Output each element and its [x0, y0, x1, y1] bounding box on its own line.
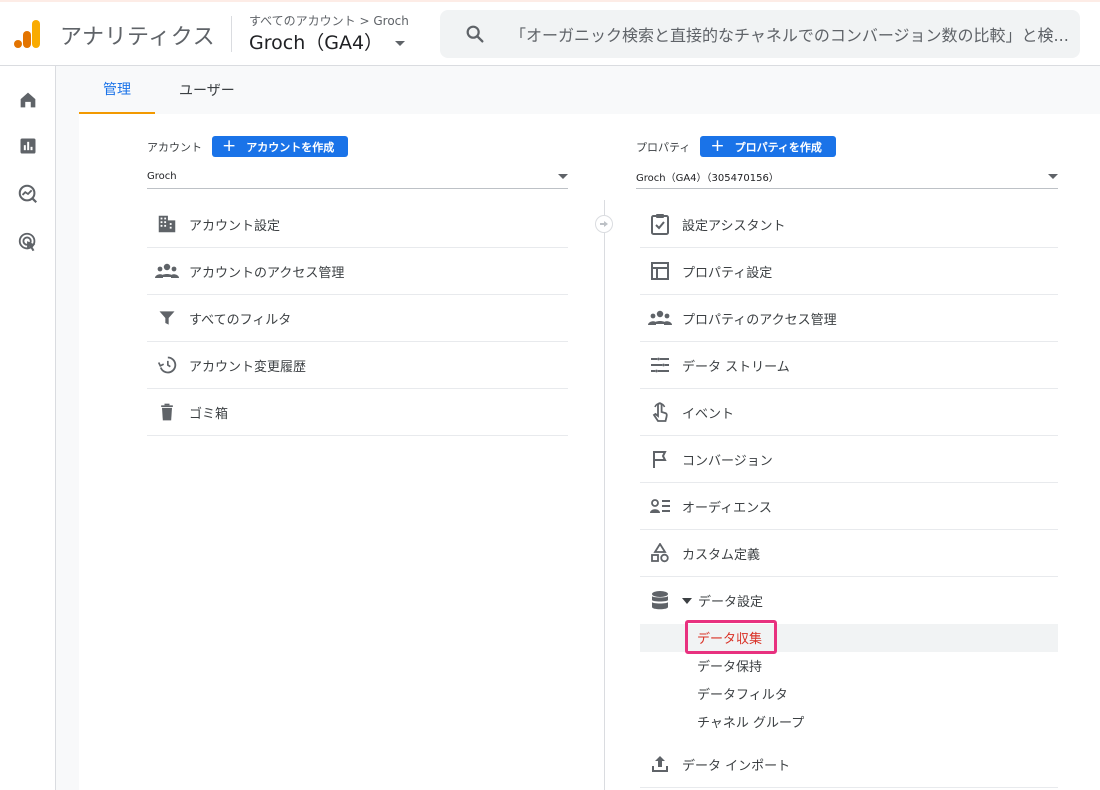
- tab-user[interactable]: ユーザー: [155, 66, 259, 114]
- property-dropdown[interactable]: Groch（GA4）（305470156）: [636, 164, 1058, 189]
- analytics-logo-icon[interactable]: [14, 18, 42, 50]
- sub-item-channel-groups[interactable]: チャネル グループ: [697, 712, 804, 731]
- chevron-down-icon: [558, 173, 568, 179]
- account-column-header: アカウント + アカウントを作成: [147, 136, 349, 157]
- shapes-icon: [648, 541, 672, 565]
- history-icon: [155, 353, 179, 377]
- upload-icon: [648, 752, 672, 776]
- menu-account-settings[interactable]: アカウント設定: [147, 201, 568, 248]
- menu-custom-definitions[interactable]: カスタム定義: [640, 530, 1058, 577]
- menu-label: 設定アシスタント: [682, 218, 786, 234]
- app-header: アナリティクス すべてのアカウント > Groch Groch（GA4） 「オー…: [0, 2, 1100, 66]
- building-icon: [155, 212, 179, 236]
- sub-item-label: データ収集: [697, 631, 763, 647]
- menu-data-import[interactable]: データ インポート: [640, 741, 1058, 788]
- arrow-right-icon: [595, 215, 613, 233]
- menu-label: オーディエンス: [682, 500, 772, 516]
- expand-caret-icon: [682, 597, 692, 604]
- reports-icon: [20, 138, 36, 154]
- menu-label: コンバージョン: [682, 453, 773, 469]
- menu-label: ゴミ箱: [189, 406, 229, 422]
- advertising-icon: [18, 232, 36, 252]
- touch-icon: [648, 400, 672, 424]
- menu-setup-assistant[interactable]: 設定アシスタント: [640, 201, 1058, 248]
- property-selector-label: Groch（GA4）: [249, 32, 384, 54]
- people-icon: [648, 306, 672, 330]
- search-bar[interactable]: 「オーガニック検索と直接的なチャネルでのコンバージョン数の比較」と検...: [440, 10, 1080, 58]
- property-header-label: プロパティ: [636, 140, 691, 154]
- menu-conversions[interactable]: コンバージョン: [640, 436, 1058, 483]
- layout-icon: [648, 259, 672, 283]
- menu-label: イベント: [682, 406, 735, 422]
- menu-label: プロパティのアクセス管理: [682, 312, 837, 328]
- nav-home-button[interactable]: [14, 86, 42, 114]
- create-property-label: プロパティを作成: [734, 140, 822, 154]
- search-icon: [466, 25, 484, 43]
- account-header-label: アカウント: [147, 140, 202, 154]
- flag-icon: [648, 447, 672, 471]
- breadcrumb[interactable]: すべてのアカウント > Groch: [249, 12, 409, 29]
- database-icon: [648, 589, 672, 613]
- menu-label: アカウント変更履歴: [189, 359, 307, 375]
- people-icon: [155, 259, 179, 283]
- plus-icon: +: [222, 136, 237, 156]
- plus-icon: +: [710, 136, 725, 156]
- menu-account-history[interactable]: アカウント変更履歴: [147, 342, 568, 389]
- trash-icon: [155, 400, 179, 424]
- tab-admin[interactable]: 管理: [79, 66, 155, 114]
- column-divider: [604, 200, 605, 790]
- header-divider: [231, 16, 232, 52]
- menu-label: アカウント設定: [189, 218, 281, 234]
- app-title: アナリティクス: [60, 25, 216, 50]
- menu-label: すべてのフィルタ: [189, 312, 292, 328]
- chevron-down-icon: [395, 41, 406, 46]
- home-icon: [20, 92, 36, 108]
- property-selector[interactable]: Groch（GA4）: [249, 28, 406, 55]
- sub-item-data-retention[interactable]: データ保持: [697, 656, 762, 675]
- menu-label: プロパティ設定: [682, 265, 773, 281]
- streams-icon: [648, 353, 672, 377]
- admin-tabs: 管理 ユーザー: [79, 66, 259, 114]
- menu-audiences[interactable]: オーディエンス: [640, 483, 1058, 530]
- explore-icon: [18, 184, 38, 204]
- menu-property-settings[interactable]: プロパティ設定: [640, 248, 1058, 295]
- sub-item-data-collection[interactable]: データ収集: [685, 620, 777, 654]
- account-dropdown[interactable]: Groch: [147, 164, 568, 189]
- create-property-button[interactable]: + プロパティを作成: [700, 136, 836, 157]
- chevron-down-icon: [1048, 173, 1058, 179]
- menu-data-settings[interactable]: データ設定: [640, 577, 1058, 624]
- nav-explore-button[interactable]: [14, 180, 42, 208]
- create-account-button[interactable]: + アカウントを作成: [212, 136, 349, 157]
- menu-events[interactable]: イベント: [640, 389, 1058, 436]
- menu-label: データ ストリーム: [682, 359, 790, 375]
- sub-item-data-filters[interactable]: データフィルタ: [697, 684, 788, 703]
- property-column-header: プロパティ + プロパティを作成: [636, 136, 836, 157]
- menu-label: データ設定: [698, 595, 764, 610]
- create-account-label: アカウントを作成: [246, 140, 335, 154]
- menu-data-streams[interactable]: データ ストリーム: [640, 342, 1058, 389]
- menu-account-access[interactable]: アカウントのアクセス管理: [147, 248, 568, 295]
- search-placeholder: 「オーガニック検索と直接的なチャネルでのコンバージョン数の比較」と検...: [510, 26, 1069, 45]
- checklist-icon: [648, 212, 672, 236]
- menu-label: アカウントのアクセス管理: [189, 265, 345, 281]
- audience-icon: [648, 494, 672, 518]
- menu-all-filters[interactable]: すべてのフィルタ: [147, 295, 568, 342]
- property-dropdown-value: Groch（GA4）（305470156）: [636, 172, 779, 184]
- filter-icon: [155, 306, 179, 330]
- nav-advertising-button[interactable]: [14, 228, 42, 256]
- left-navigation: [0, 66, 56, 790]
- nav-reports-button[interactable]: [14, 132, 42, 160]
- menu-label: カスタム定義: [682, 547, 761, 563]
- menu-property-access[interactable]: プロパティのアクセス管理: [640, 295, 1058, 342]
- menu-label: データ インポート: [682, 758, 791, 774]
- account-dropdown-value: Groch: [147, 170, 177, 182]
- menu-trash[interactable]: ゴミ箱: [147, 389, 568, 436]
